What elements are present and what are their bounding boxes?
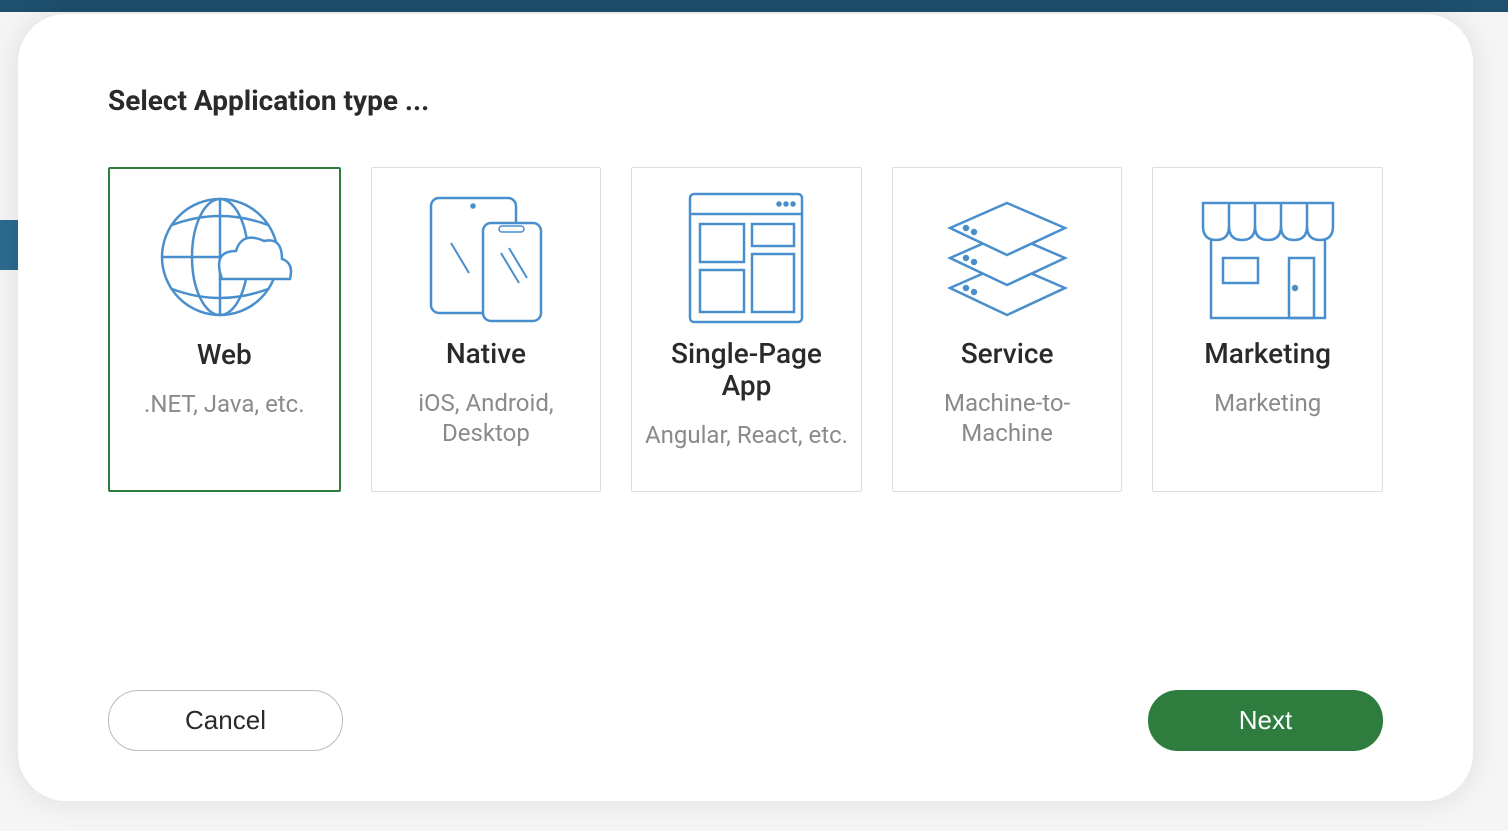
card-title: Single-Page App — [644, 338, 849, 402]
globe-cloud-icon — [122, 185, 327, 333]
app-type-card-service[interactable]: Service Machine-to-Machine — [892, 167, 1123, 492]
storefront-icon — [1165, 184, 1370, 332]
next-button[interactable]: Next — [1148, 690, 1383, 751]
card-subtitle: Angular, React, etc. — [645, 420, 848, 450]
card-subtitle: Machine-to-Machine — [905, 388, 1110, 448]
cards-container: Web .NET, Java, etc. Native iOS, Android… — [108, 167, 1383, 610]
card-subtitle: Marketing — [1214, 388, 1321, 418]
card-title: Native — [446, 338, 526, 370]
backdrop-nav-tab — [0, 220, 20, 270]
app-type-card-web[interactable]: Web .NET, Java, etc. — [108, 167, 341, 492]
card-title: Web — [197, 339, 252, 371]
devices-icon — [384, 184, 589, 332]
buttons-row: Cancel Next — [108, 690, 1383, 751]
app-type-card-spa[interactable]: Single-Page App Angular, React, etc. — [631, 167, 862, 492]
modal-title: Select Application type ... — [108, 84, 1383, 117]
card-subtitle: .NET, Java, etc. — [144, 389, 305, 419]
card-title: Service — [961, 338, 1054, 370]
browser-layout-icon — [644, 184, 849, 332]
card-subtitle: iOS, Android, Desktop — [384, 388, 589, 448]
card-title: Marketing — [1204, 338, 1331, 370]
backdrop-header — [0, 0, 1508, 12]
cancel-button[interactable]: Cancel — [108, 690, 343, 751]
stack-icon — [905, 184, 1110, 332]
application-type-modal: Select Application type ... Web .NET, Ja… — [18, 14, 1473, 801]
app-type-card-native[interactable]: Native iOS, Android, Desktop — [371, 167, 602, 492]
app-type-card-marketing[interactable]: Marketing Marketing — [1152, 167, 1383, 492]
